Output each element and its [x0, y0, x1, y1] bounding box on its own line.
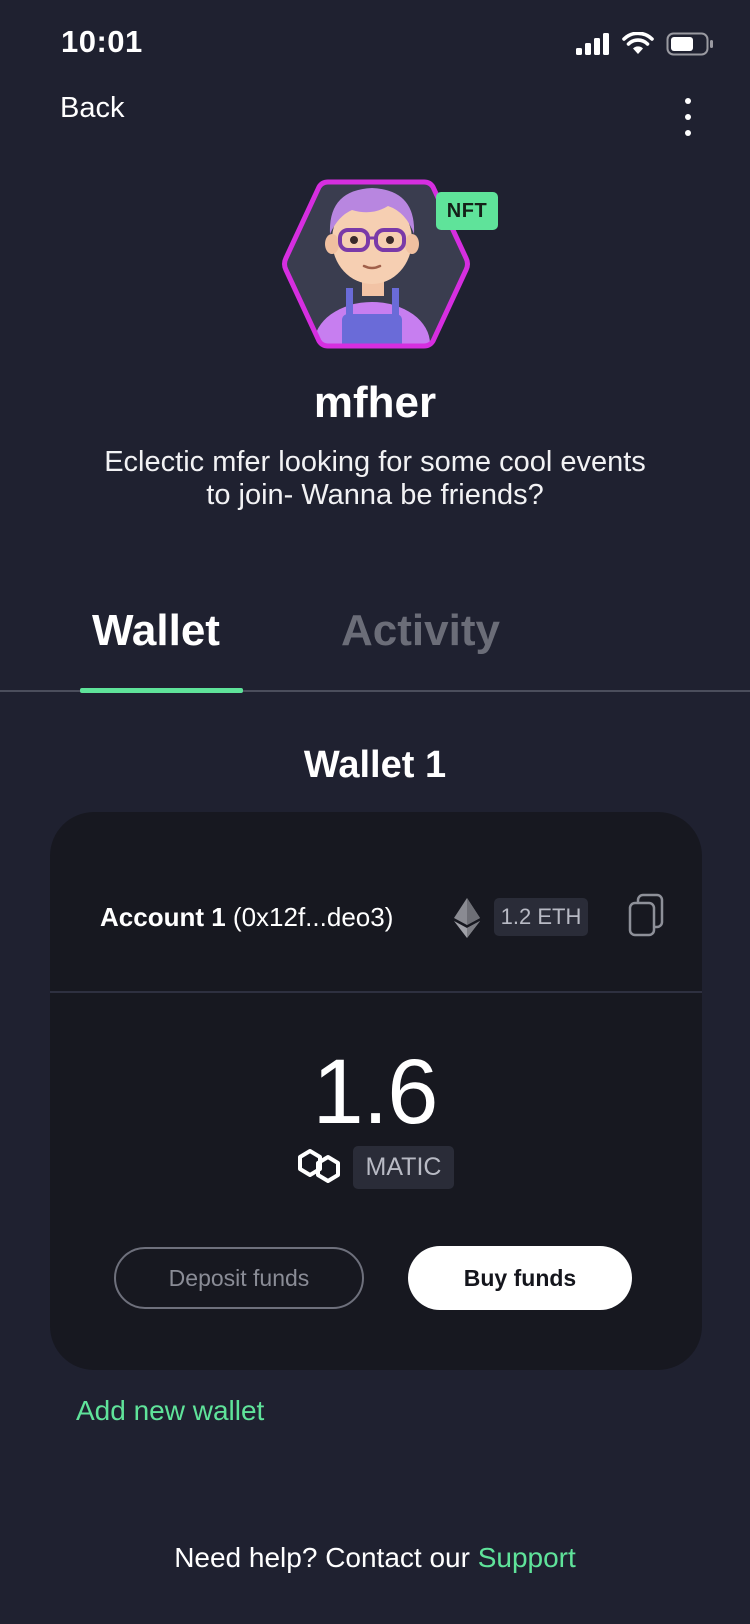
signal-icon	[576, 33, 609, 55]
add-new-wallet-link[interactable]: Add new wallet	[76, 1395, 264, 1427]
tab-wallet[interactable]: Wallet	[92, 606, 220, 656]
ethereum-icon	[454, 898, 480, 938]
wifi-icon	[622, 32, 654, 54]
card-divider	[50, 991, 702, 993]
help-text: Need help? Contact our	[174, 1542, 478, 1573]
currency-badge: MATIC	[353, 1146, 454, 1189]
matic-balance: 1.6	[312, 1041, 439, 1143]
deposit-funds-button[interactable]: Deposit funds	[114, 1247, 364, 1309]
eth-balance-badge: 1.2 ETH	[494, 898, 588, 936]
battery-icon	[666, 32, 713, 56]
profile-bio: Eclectic mfer looking for some cool even…	[104, 446, 646, 511]
account-info: Account 1 (0x12f...deo3)	[100, 902, 393, 933]
username: mfher	[313, 378, 437, 427]
back-button[interactable]: Back	[60, 92, 124, 125]
copy-icon[interactable]	[628, 893, 664, 937]
polygon-matic-icon	[298, 1149, 340, 1183]
buy-funds-button[interactable]: Buy funds	[408, 1246, 632, 1310]
more-vertical-icon[interactable]	[678, 98, 698, 136]
status-icons	[576, 32, 714, 56]
status-time: 10:01	[61, 24, 143, 59]
active-tab-indicator	[80, 688, 243, 693]
support-link[interactable]: Support	[478, 1542, 576, 1573]
tab-activity[interactable]: Activity	[341, 606, 500, 656]
wallet-title: Wallet 1	[303, 744, 447, 786]
help-footer: Need help? Contact our Support	[0, 1542, 750, 1574]
nft-badge: NFT	[436, 192, 498, 230]
account-address: (0x12f...deo3)	[232, 902, 394, 932]
account-name: Account 1	[100, 902, 226, 932]
